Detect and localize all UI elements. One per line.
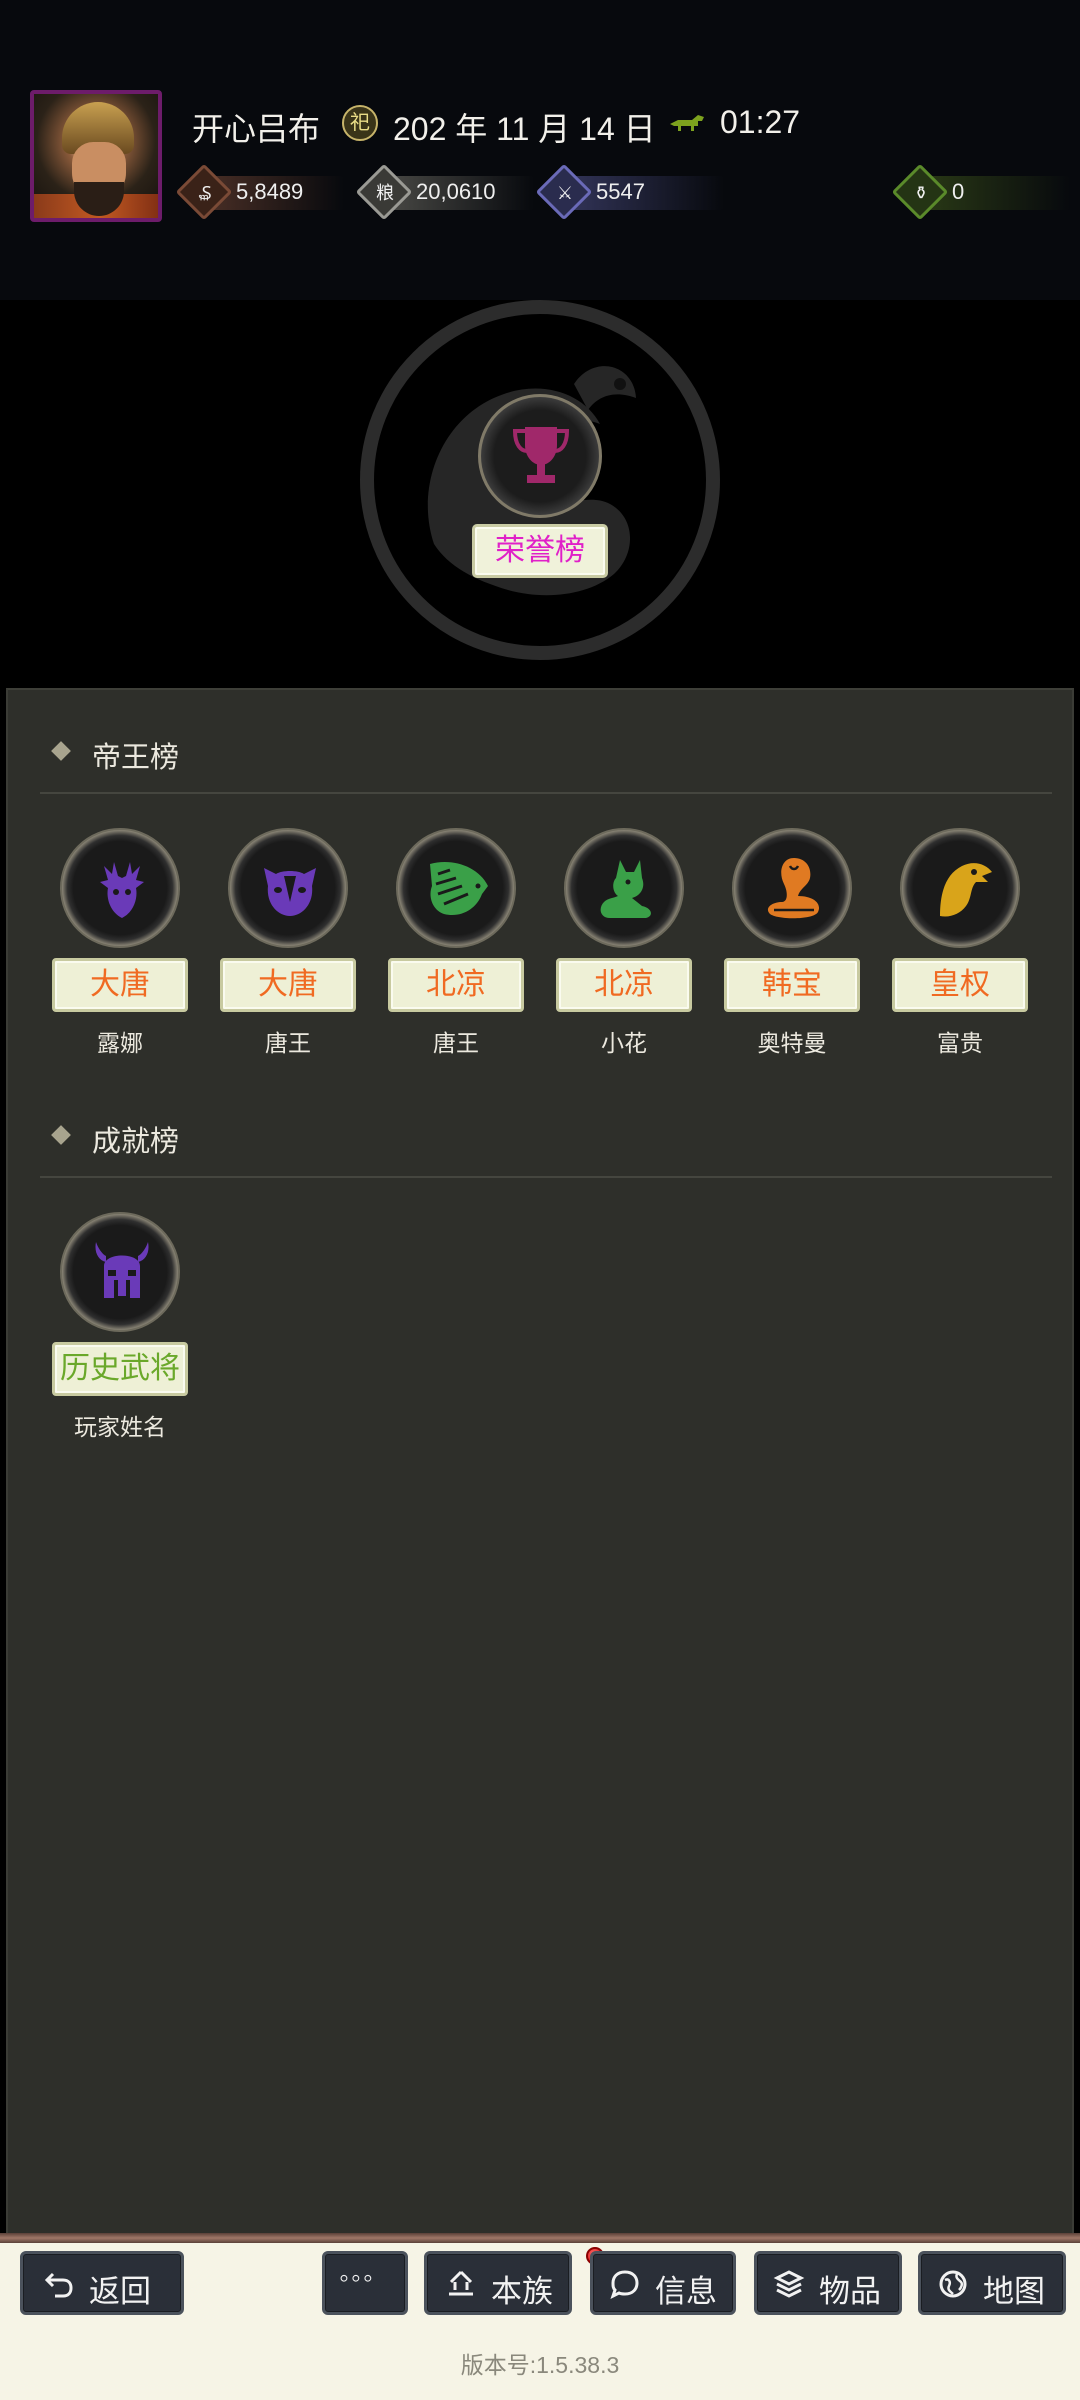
emperor-slot-5[interactable]: 韩宝 奥特曼 xyxy=(724,828,860,1058)
section-divider xyxy=(40,792,1052,794)
viking-helmet-icon xyxy=(95,1242,149,1298)
return-arrow-icon xyxy=(44,2272,73,2298)
fox-icon xyxy=(600,860,651,918)
troops-resource[interactable]: ⚔ 5547 xyxy=(535,163,724,221)
faction-tag: 北凉 xyxy=(556,958,692,1012)
slot-badge xyxy=(900,828,1020,948)
deer-icon xyxy=(100,862,144,918)
trophy-icon xyxy=(512,427,570,483)
top-status-bar: 开心吕布 祀 202 年 11 月 14 日 01:27 ₷ 5,8489 粮 … xyxy=(0,0,1080,300)
grain-value: 20,0610 xyxy=(416,179,496,204)
achievement-slot-1[interactable]: 历史武将 玩家姓名 xyxy=(52,1212,188,1442)
items-resource[interactable]: ⚱ 0 xyxy=(891,163,1070,221)
calendar-seal-icon: 祀 xyxy=(342,105,378,141)
globe-icon xyxy=(939,2270,967,2298)
rankings-panel: 帝王榜 大唐 露娜 大唐 唐王 北凉 唐王 北凉 小花 韩宝 奥特曼 皇权 富贵… xyxy=(6,688,1074,2233)
items-label: 物品 xyxy=(819,2274,881,2309)
decorative-rail xyxy=(0,2233,1080,2243)
horse-icon xyxy=(670,115,704,131)
achievement-tag: 历史武将 xyxy=(52,1342,188,1396)
clan-label: 本族 xyxy=(491,2274,553,2309)
eagle-icon xyxy=(940,863,992,917)
player-name: 开心吕布 xyxy=(192,111,321,147)
bottom-navigation: 返回 ◦◦◦ 本族 信息 物品 地图 版本号:1.5.38.3 xyxy=(0,2233,1080,2400)
emperor-slot-1[interactable]: 大唐 露娜 xyxy=(52,828,188,1058)
diamond-bullet-icon xyxy=(51,741,71,761)
troops-icon: ⚔ xyxy=(556,183,574,203)
emperor-ranking-title: 帝王榜 xyxy=(92,742,180,774)
pangolin-icon xyxy=(430,862,488,916)
money-value: 5,8489 xyxy=(236,179,304,204)
honor-board-button[interactable] xyxy=(478,394,602,518)
faction-tag: 北凉 xyxy=(388,958,524,1012)
more-dots-icon: ◦◦◦ xyxy=(339,2262,375,2293)
grain-resource[interactable]: 粮 20,0610 xyxy=(355,163,534,221)
slot-badge xyxy=(564,828,684,948)
info-label: 信息 xyxy=(655,2274,717,2309)
clan-icon xyxy=(449,2270,473,2296)
map-label: 地图 xyxy=(983,2274,1045,2309)
slot-badge xyxy=(60,1212,180,1332)
badger-icon xyxy=(264,868,316,916)
achievement-ranking-title: 成就榜 xyxy=(92,1126,180,1158)
emperor-slot-6[interactable]: 皇权 富贵 xyxy=(892,828,1028,1058)
cobra-icon xyxy=(767,858,820,919)
faction-tag: 大唐 xyxy=(220,958,356,1012)
more-button[interactable]: ◦◦◦ xyxy=(322,2251,408,2315)
money-resource[interactable]: ₷ 5,8489 xyxy=(175,163,344,221)
items-button[interactable]: 物品 xyxy=(754,2251,902,2315)
holder-name: 小花 xyxy=(601,1030,647,1056)
emperor-slot-2[interactable]: 大唐 唐王 xyxy=(220,828,356,1058)
back-button[interactable]: 返回 xyxy=(20,2251,184,2315)
grain-icon: 粮 xyxy=(376,183,394,203)
chat-bubble-icon xyxy=(610,2270,639,2299)
faction-tag: 韩宝 xyxy=(724,958,860,1012)
map-button[interactable]: 地图 xyxy=(918,2251,1066,2315)
emperor-slot-4[interactable]: 北凉 小花 xyxy=(556,828,692,1058)
slot-badge xyxy=(60,828,180,948)
game-time: 01:27 xyxy=(720,104,801,140)
holder-name: 玩家姓名 xyxy=(74,1414,166,1440)
info-button[interactable]: 信息 xyxy=(590,2251,736,2315)
faction-tag: 皇权 xyxy=(892,958,1028,1012)
emperor-slot-3[interactable]: 北凉 唐王 xyxy=(388,828,524,1058)
items-bundle-icon xyxy=(773,2270,805,2298)
version-number: 版本号:1.5.38.3 xyxy=(460,2352,620,2378)
slot-badge xyxy=(396,828,516,948)
holder-name: 唐王 xyxy=(433,1030,479,1056)
section-divider xyxy=(40,1176,1052,1178)
items-value: 0 xyxy=(952,179,965,204)
slot-badge xyxy=(732,828,852,948)
money-icon: ₷ xyxy=(198,183,212,203)
holder-name: 富贵 xyxy=(937,1030,983,1056)
holder-name: 露娜 xyxy=(97,1030,143,1056)
clan-button[interactable]: 本族 xyxy=(424,2251,572,2315)
faction-tag: 大唐 xyxy=(52,958,188,1012)
slot-badge xyxy=(228,828,348,948)
holder-name: 奥特曼 xyxy=(757,1030,827,1056)
diamond-bullet-icon xyxy=(51,1125,71,1145)
holder-name: 唐王 xyxy=(265,1030,311,1056)
pouch-icon: ⚱ xyxy=(913,183,929,203)
game-date: 202 年 11 月 14 日 xyxy=(393,111,656,147)
back-label: 返回 xyxy=(89,2274,151,2309)
honor-board-label[interactable]: 荣誉榜 xyxy=(472,524,608,578)
player-avatar[interactable] xyxy=(30,90,162,222)
troops-value: 5547 xyxy=(596,179,645,204)
